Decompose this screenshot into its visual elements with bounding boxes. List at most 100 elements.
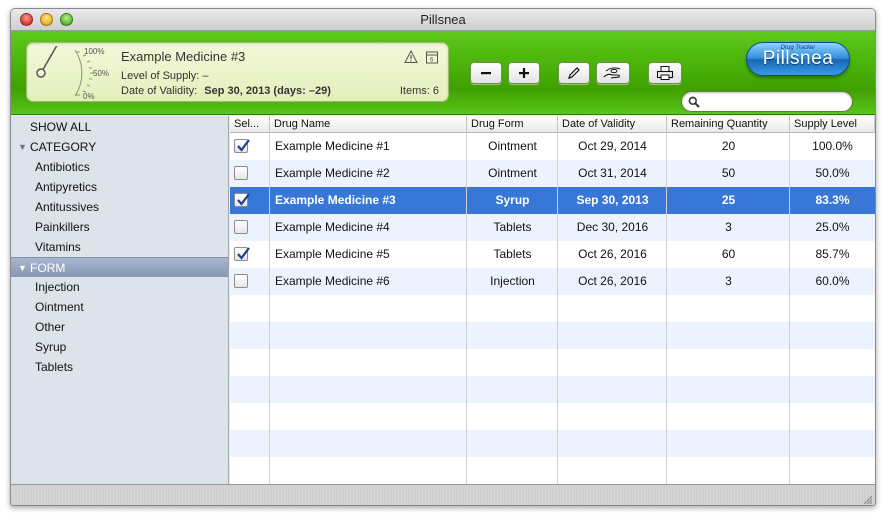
printer-icon <box>656 66 674 80</box>
sidebar-group-label: CATEGORY <box>30 140 97 154</box>
row-select-checkbox[interactable] <box>234 220 248 234</box>
remaining-quantity-cell: 60 <box>721 247 736 261</box>
sidebar-group-form[interactable]: ▼ FORM <box>11 257 228 277</box>
gauge-needle <box>40 46 58 74</box>
remaining-quantity-cell: 3 <box>725 220 732 234</box>
table-row[interactable]: Example Medicine #2 Ointment Oct 31, 2014 5… <box>230 160 875 187</box>
column-header-supply-level[interactable]: Supply Level <box>790 116 875 133</box>
drug-name-cell: Example Medicine #4 <box>275 220 390 234</box>
select-cell <box>230 160 270 187</box>
disclosure-triangle-icon[interactable]: ▼ <box>18 137 27 157</box>
row-select-checkbox[interactable] <box>234 247 250 261</box>
remove-medicine-button[interactable] <box>470 62 502 84</box>
select-cell <box>230 214 270 241</box>
column-header-select[interactable]: Sel... <box>230 116 270 133</box>
date-of-validity-cell: Oct 26, 2016 <box>578 247 647 261</box>
drug-name-cell: Example Medicine #5 <box>275 247 390 261</box>
select-cell <box>230 133 270 160</box>
checkmark-icon <box>237 247 250 260</box>
sidebar-item-syrup[interactable]: Syrup <box>11 337 228 357</box>
drug-name-cell: Example Medicine #3 <box>275 193 396 207</box>
column-divider <box>269 133 270 484</box>
toolbar: 100% 50% 0% Example Medicine #3 Level of… <box>11 31 875 115</box>
supply-level-value: – <box>202 70 209 82</box>
sidebar-item-tablets[interactable]: Tablets <box>11 357 228 377</box>
date-of-validity-cell: Oct 31, 2014 <box>578 166 647 180</box>
row-select-checkbox[interactable] <box>234 139 250 153</box>
search-input[interactable] <box>704 94 848 109</box>
supply-level-cell: 60.0% <box>815 274 850 288</box>
supply-level-cell: 25.0% <box>815 220 850 234</box>
pencil-icon <box>568 67 580 79</box>
warning-icon[interactable] <box>404 50 418 64</box>
edit-medicine-button[interactable] <box>558 62 590 84</box>
drug-name-cell: Example Medicine #2 <box>275 166 390 180</box>
hand-pill-icon <box>603 67 621 79</box>
print-button[interactable] <box>648 62 682 84</box>
sidebar-item-antitussives[interactable]: Antitussives <box>11 197 228 217</box>
date-of-validity-cell: Oct 26, 2016 <box>578 274 647 288</box>
resize-grip-icon[interactable] <box>862 494 872 504</box>
table-row[interactable]: Example Medicine #1 Ointment Oct 29, 2014 2… <box>230 133 875 160</box>
select-cell <box>230 187 270 214</box>
sidebar-group-label: FORM <box>30 261 66 275</box>
window-bottom-bar <box>11 484 875 505</box>
row-select-checkbox[interactable] <box>234 193 250 207</box>
empty-table-row <box>230 457 875 484</box>
empty-table-row <box>230 349 875 376</box>
column-header-drug-name[interactable]: Drug Name <box>270 116 467 133</box>
sidebar-item-injection[interactable]: Injection <box>11 277 228 297</box>
sidebar-group-category[interactable]: ▼ CATEGORY <box>11 137 228 157</box>
checkmark-icon <box>237 139 250 152</box>
table-row[interactable]: Example Medicine #3 Syrup Sep 30, 2013 25 83… <box>230 187 875 214</box>
medicine-table: Sel... Drug Name Drug Form Date of Valid… <box>230 116 875 484</box>
sidebar: SHOW ALL ▼ CATEGORY Antibiotics Antipyre… <box>11 116 229 484</box>
empty-table-row <box>230 322 875 349</box>
remaining-quantity-cell: 3 <box>725 274 732 288</box>
column-header-drug-form[interactable]: Drug Form <box>467 116 558 133</box>
sidebar-item-antipyretics[interactable]: Antipyretics <box>11 177 228 197</box>
refill-medicine-button[interactable] <box>596 62 630 84</box>
pillsnea-logo: Drug Tracker Pillsnea <box>746 42 850 76</box>
sidebar-item-vitamins[interactable]: Vitamins <box>11 237 228 257</box>
gauge-tick-label: 50% <box>93 69 109 78</box>
remaining-quantity-cell: 20 <box>721 139 736 153</box>
supply-level-label: Level of Supply: <box>121 70 200 82</box>
current-medicine-name: Example Medicine #3 <box>121 49 246 64</box>
search-field[interactable] <box>681 91 853 112</box>
column-header-remaining-quantity[interactable]: Remaining Quantity <box>667 116 790 133</box>
sidebar-item-other[interactable]: Other <box>11 317 228 337</box>
row-select-checkbox[interactable] <box>234 166 248 180</box>
checkmark-icon <box>237 193 250 206</box>
sidebar-item-painkillers[interactable]: Painkillers <box>11 217 228 237</box>
calendar-icon[interactable]: 6 <box>425 50 439 64</box>
sidebar-item-ointment[interactable]: Ointment <box>11 297 228 317</box>
plus-icon <box>519 68 529 78</box>
gauge-tick-label: 100% <box>84 47 104 56</box>
drug-name-cell: Example Medicine #6 <box>275 274 390 288</box>
table-row[interactable]: Example Medicine #4 Tablets Dec 30, 2016 3 2… <box>230 214 875 241</box>
date-of-validity-cell: Oct 29, 2014 <box>578 139 647 153</box>
table-row[interactable]: Example Medicine #5 Tablets Oct 26, 2016 60… <box>230 241 875 268</box>
row-select-checkbox[interactable] <box>234 274 248 288</box>
disclosure-triangle-icon[interactable]: ▼ <box>18 258 27 278</box>
date-of-validity-cell: Sep 30, 2013 <box>576 193 649 207</box>
table-row[interactable]: Example Medicine #6 Injection Oct 26, 2016… <box>230 268 875 295</box>
items-count: Items: 6 <box>399 85 439 97</box>
sidebar-item-antibiotics[interactable]: Antibiotics <box>11 157 228 177</box>
empty-table-row <box>230 295 875 322</box>
sidebar-item-show-all[interactable]: SHOW ALL <box>11 117 228 137</box>
column-divider <box>789 133 790 484</box>
add-medicine-button[interactable] <box>508 62 540 84</box>
drug-form-cell: Tablets <box>493 220 532 234</box>
validity-value: Sep 30, 2013 (days: –29) <box>204 85 331 97</box>
supply-level-cell: 100.0% <box>812 139 853 153</box>
title-bar[interactable]: Pillsnea <box>11 9 875 31</box>
validity-label: Date of Validity: <box>121 85 198 97</box>
column-header-date-of-validity[interactable]: Date of Validity <box>558 116 667 133</box>
minus-icon <box>481 72 491 75</box>
search-icon <box>688 96 700 108</box>
column-divider <box>466 133 467 484</box>
logo-text: Pillsnea <box>762 48 834 69</box>
column-divider <box>557 133 558 484</box>
